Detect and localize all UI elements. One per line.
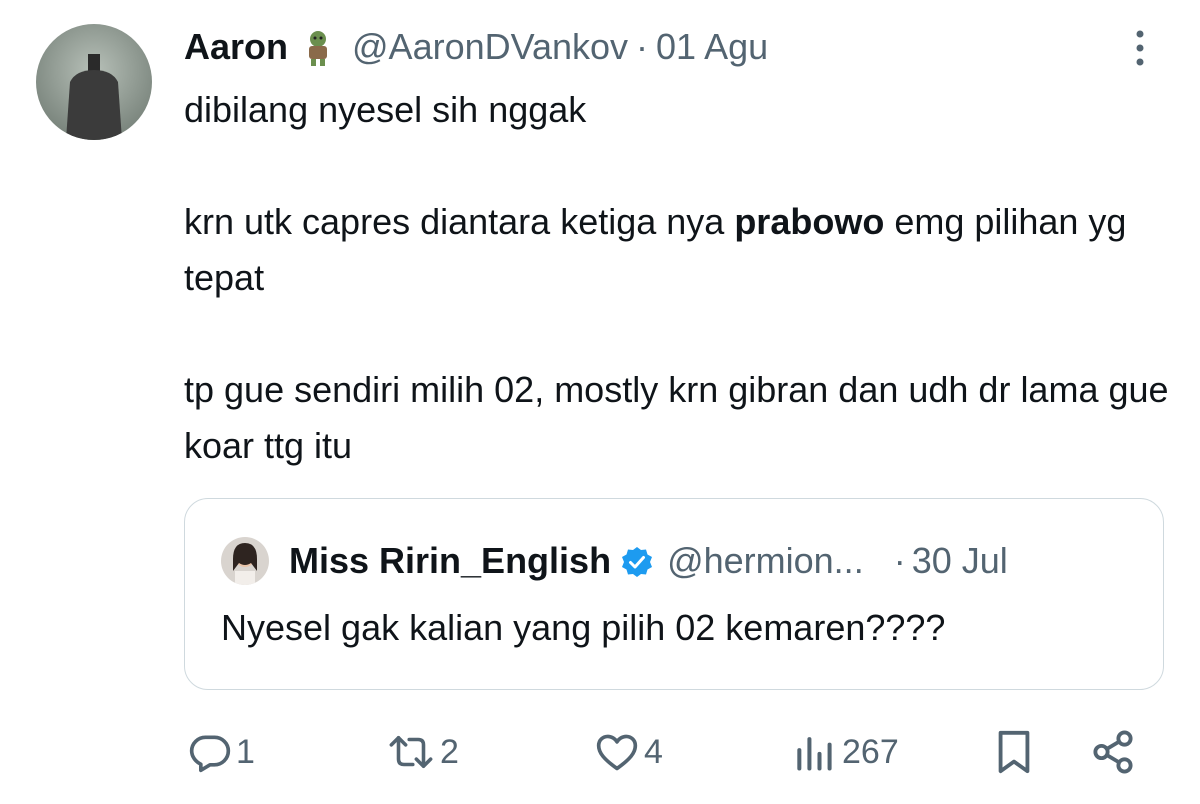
like-button[interactable]: 4 xyxy=(594,722,663,782)
action-bar: 1 2 4 267 xyxy=(0,722,1200,782)
like-count: 4 xyxy=(644,732,663,771)
views-icon xyxy=(797,737,832,771)
quoted-tweet-text: Nyesel gak kalian yang pilih 02 kemaren?… xyxy=(221,607,946,648)
quoted-tweet-date[interactable]: 30 Jul xyxy=(912,540,1008,582)
quoted-author-handle[interactable]: @hermion... xyxy=(667,540,864,582)
tweet-bold-word: prabowo xyxy=(734,201,885,242)
author-name[interactable]: Aaron xyxy=(184,26,288,68)
share-icon xyxy=(1093,730,1133,774)
troll-emoji-icon xyxy=(298,27,338,67)
quoted-author-name[interactable]: Miss Ririn_English xyxy=(289,540,611,582)
like-icon xyxy=(596,734,638,771)
reply-count: 1 xyxy=(236,732,255,771)
tweet-line-2-pre: krn utk capres diantara ketiga nya xyxy=(184,201,735,242)
quoted-author-avatar[interactable] xyxy=(221,537,269,585)
quoted-tweet[interactable]: Miss Ririn_English @hermion... · 30 Jul … xyxy=(184,498,1164,690)
quoted-separator-dot: · xyxy=(893,540,906,581)
more-vertical-icon[interactable] xyxy=(1128,28,1152,68)
reply-icon xyxy=(189,735,231,773)
tweet-date[interactable]: 01 Agu xyxy=(656,26,768,68)
author-avatar[interactable] xyxy=(36,24,152,140)
reply-button[interactable]: 1 xyxy=(188,722,255,782)
avatar-image xyxy=(36,24,152,140)
views-button[interactable]: 267 xyxy=(790,722,899,782)
author-handle[interactable]: @AaronDVankov xyxy=(352,26,628,68)
repost-count: 2 xyxy=(440,732,459,771)
share-button[interactable] xyxy=(1090,722,1136,782)
quoted-tweet-header: Miss Ririn_English @hermion... · 30 Jul xyxy=(221,537,1008,585)
bookmark-icon xyxy=(998,730,1030,774)
repost-icon xyxy=(389,735,433,769)
tweet-header: Aaron @AaronDVankov · 01 Agu xyxy=(184,22,768,72)
tweet-line-3: tp gue sendiri milih 02, mostly krn gibr… xyxy=(184,369,1169,466)
tweet-line-1: dibilang nyesel sih nggak xyxy=(184,89,587,130)
tweet-line-2: krn utk capres diantara ketiga nya prabo… xyxy=(184,194,1174,306)
tweet-text: dibilang nyesel sih nggak krn utk capres… xyxy=(184,82,1174,474)
bookmark-button[interactable] xyxy=(994,722,1034,782)
repost-button[interactable]: 2 xyxy=(386,722,459,782)
verified-badge-icon xyxy=(621,545,653,577)
separator-dot: · xyxy=(636,26,649,67)
views-count: 267 xyxy=(842,732,899,771)
